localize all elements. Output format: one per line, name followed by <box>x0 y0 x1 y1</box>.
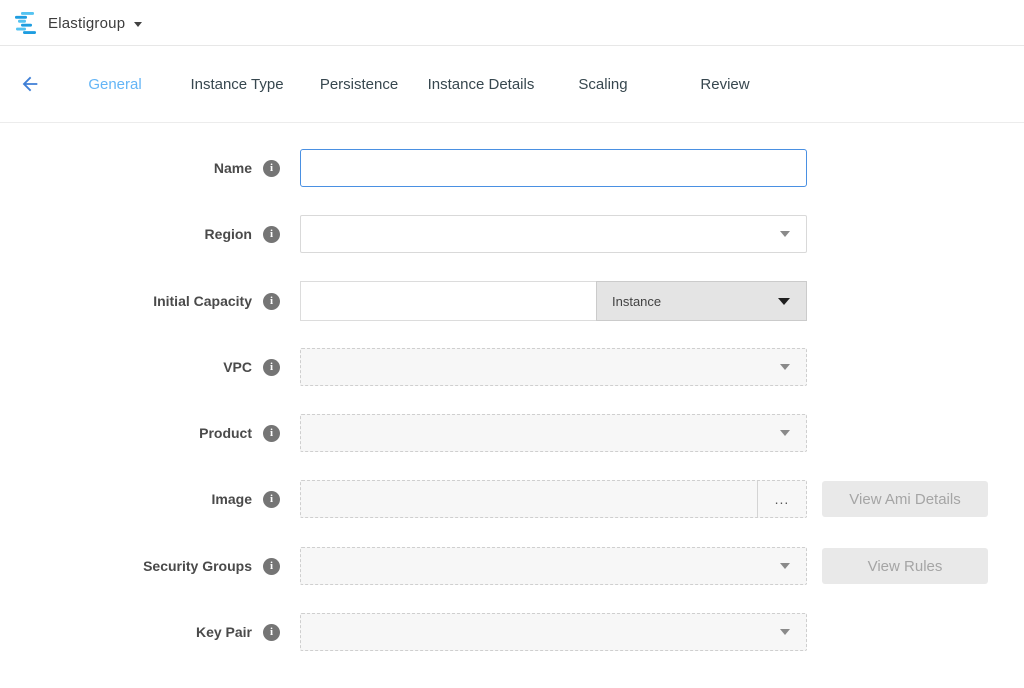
info-icon[interactable] <box>263 425 280 442</box>
initial-capacity-label: Initial Capacity <box>0 281 252 321</box>
capacity-unit-value: Instance <box>597 294 661 309</box>
form-row-vpc: VPC <box>0 348 1024 386</box>
name-label: Name <box>0 149 252 187</box>
form-row-image: Image ... View Ami Details <box>0 480 1024 518</box>
info-icon[interactable] <box>263 359 280 376</box>
key-pair-label: Key Pair <box>0 613 252 651</box>
form-row-security-groups: Security Groups View Rules <box>0 547 1024 585</box>
caret-down-icon <box>780 364 790 370</box>
elastigroup-logo-icon <box>14 12 39 34</box>
info-icon[interactable] <box>263 491 280 508</box>
tab-scaling[interactable]: Scaling <box>542 76 664 93</box>
info-icon[interactable] <box>263 293 280 310</box>
region-select[interactable] <box>300 215 807 253</box>
initial-capacity-input[interactable] <box>300 281 596 321</box>
tab-instance-type[interactable]: Instance Type <box>176 76 298 93</box>
region-label: Region <box>0 215 252 253</box>
form-row-name: Name <box>0 149 1024 187</box>
info-icon[interactable] <box>263 160 280 177</box>
caret-down-icon <box>780 563 790 569</box>
caret-down-icon <box>780 430 790 436</box>
info-icon[interactable] <box>263 624 280 641</box>
caret-down-icon <box>780 629 790 635</box>
wizard-tabs: General Instance Type Persistence Instan… <box>54 46 786 122</box>
info-icon[interactable] <box>263 226 280 243</box>
form-row-product: Product <box>0 414 1024 452</box>
image-input: ... <box>300 480 807 518</box>
security-groups-select <box>300 547 807 585</box>
browse-button[interactable]: ... <box>757 481 806 517</box>
caret-down-icon <box>778 298 790 305</box>
form-row-initial-capacity: Initial Capacity Instance <box>0 281 1024 321</box>
elastigroup-create-wizard: Elastigroup General Instance Type Persis… <box>0 0 1024 688</box>
image-value-area <box>301 481 757 517</box>
view-rules-button[interactable]: View Rules <box>822 548 988 584</box>
vpc-label: VPC <box>0 348 252 386</box>
form-row-region: Region <box>0 215 1024 253</box>
form-row-key-pair: Key Pair <box>0 613 1024 651</box>
key-pair-select <box>300 613 807 651</box>
vpc-select <box>300 348 807 386</box>
product-label: Product <box>0 414 252 452</box>
capacity-unit-select[interactable]: Instance <box>596 281 807 321</box>
tab-instance-details[interactable]: Instance Details <box>420 76 542 93</box>
view-ami-details-button[interactable]: View Ami Details <box>822 481 988 517</box>
product-select <box>300 414 807 452</box>
tab-general[interactable]: General <box>54 76 176 93</box>
back-arrow-button[interactable] <box>19 73 41 95</box>
app-title: Elastigroup <box>48 15 125 32</box>
tab-persistence[interactable]: Persistence <box>298 76 420 93</box>
name-input[interactable] <box>300 149 807 187</box>
chevron-down-icon <box>134 22 142 27</box>
security-groups-label: Security Groups <box>0 547 252 585</box>
app-switcher-dropdown[interactable]: Elastigroup <box>14 0 142 46</box>
caret-down-icon <box>780 231 790 237</box>
top-header: Elastigroup <box>0 0 1024 46</box>
wizard-tab-bar: General Instance Type Persistence Instan… <box>0 46 1024 123</box>
info-icon[interactable] <box>263 558 280 575</box>
image-label: Image <box>0 480 252 518</box>
tab-review[interactable]: Review <box>664 76 786 93</box>
